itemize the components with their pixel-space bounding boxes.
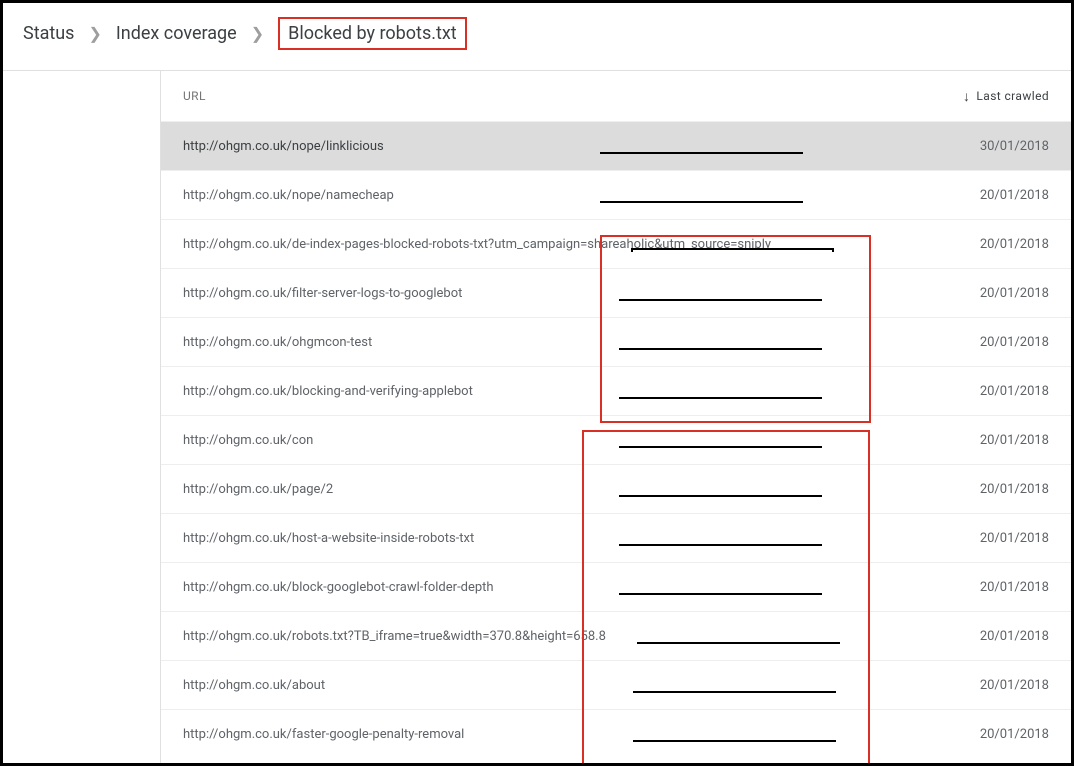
date-cell: 30/01/2018 (929, 139, 1049, 154)
url-cell: http://ohgm.co.uk/de-index-pages-blocked… (183, 237, 929, 252)
date-cell: 20/01/2018 (929, 482, 1049, 497)
table-row[interactable]: http://ohgm.co.uk/conLast crawled: 20 Ja… (161, 415, 1071, 464)
url-cell: http://ohgm.co.uk/ohgmcon-testLast crawl… (183, 335, 929, 350)
table-row[interactable]: http://ohgm.co.uk/de-index-pages-blocked… (161, 219, 1071, 268)
last-crawled-tooltip: Last crawled: 20 Jan 2018, 02:34:08 (633, 740, 836, 742)
url-cell: http://ohgm.co.uk/filter-server-logs-to-… (183, 286, 929, 301)
table-row[interactable]: http://ohgm.co.uk/blocking-and-verifying… (161, 366, 1071, 415)
url-cell: http://ohgm.co.uk/nope/namecheapLast cra… (183, 188, 929, 203)
table-row[interactable]: http://ohgm.co.uk/host-a-website-inside-… (161, 513, 1071, 562)
table-row[interactable]: http://ohgm.co.uk/nope/namecheapLast cra… (161, 170, 1071, 219)
last-crawled-tooltip: Last crawled: 20 Jan 2018, 02:34:22 (619, 348, 822, 350)
last-crawled-tooltip: Last crawled: 30 Jan 2018, 15:21:54 (600, 152, 803, 154)
table-row[interactable]: http://ohgm.co.uk/robots.txt?TB_iframe=t… (161, 611, 1071, 660)
date-cell: 20/01/2018 (929, 727, 1049, 742)
table-header: URL ↓ Last crawled (161, 71, 1071, 121)
last-crawled-tooltip: Last crawled: 20 Jan 2018, 02:34:08 (619, 495, 822, 497)
table-row[interactable]: http://ohgm.co.uk/ohgmcon-testLast crawl… (161, 317, 1071, 366)
column-header-last-crawled[interactable]: ↓ Last crawled (929, 88, 1049, 105)
table-row[interactable]: http://ohgm.co.uk/filter-server-logs-to-… (161, 268, 1071, 317)
breadcrumb-current: Blocked by robots.txt (278, 17, 467, 50)
chevron-right-icon: ❯ (251, 26, 264, 42)
date-cell: 20/01/2018 (929, 335, 1049, 350)
table-row[interactable]: http://ohgm.co.uk/block-googlebot-crawl-… (161, 562, 1071, 611)
last-crawled-tooltip: Last crawled: 20 Jan 2018, 02:34:08 (619, 593, 822, 595)
last-crawled-tooltip: Last crawled: 20 Jan 2018, 02:34:08 (637, 642, 840, 644)
last-crawled-tooltip: Last crawled: 20 Jan 2018, 02:34:22 (631, 248, 834, 252)
content-area: URL ↓ Last crawled http://ohgm.co.uk/nop… (3, 71, 1071, 766)
url-cell: http://ohgm.co.uk/blocking-and-verifying… (183, 384, 929, 399)
breadcrumb-index-coverage[interactable]: Index coverage (116, 23, 237, 44)
table-row[interactable]: http://ohgm.co.uk/page/2Last crawled: 20… (161, 464, 1071, 513)
date-cell: 20/01/2018 (929, 531, 1049, 546)
url-cell: http://ohgm.co.uk/conLast crawled: 20 Ja… (183, 433, 929, 448)
date-cell: 20/01/2018 (929, 580, 1049, 595)
last-crawled-tooltip: Last crawled: 20 Jan 2018, 02:34:08 (619, 544, 822, 546)
last-crawled-tooltip: Last crawled: 20 Jan 2018, 02:34:22 (619, 299, 822, 301)
app-frame: Status ❯ Index coverage ❯ Blocked by rob… (0, 0, 1074, 766)
column-header-last-crawled-label: Last crawled (976, 89, 1049, 103)
main-panel: URL ↓ Last crawled http://ohgm.co.uk/nop… (161, 71, 1071, 766)
left-gutter (3, 71, 161, 766)
url-cell: http://ohgm.co.uk/host-a-website-inside-… (183, 531, 929, 546)
date-cell: 20/01/2018 (929, 433, 1049, 448)
date-cell: 20/01/2018 (929, 629, 1049, 644)
column-header-url[interactable]: URL (183, 89, 929, 103)
date-cell: 20/01/2018 (929, 678, 1049, 693)
url-cell: http://ohgm.co.uk/block-googlebot-crawl-… (183, 580, 929, 595)
arrow-down-icon: ↓ (963, 88, 970, 105)
last-crawled-tooltip: Last crawled: 20 Jan 2018, 02:34:08 (633, 691, 836, 693)
last-crawled-tooltip: Last crawled: 20 Jan 2018, 02:34:22 (619, 397, 822, 399)
table-body: http://ohgm.co.uk/nope/linkliciousLast c… (161, 121, 1071, 758)
url-cell: http://ohgm.co.uk/aboutLast crawled: 20 … (183, 678, 929, 693)
date-cell: 20/01/2018 (929, 237, 1049, 252)
breadcrumb: Status ❯ Index coverage ❯ Blocked by rob… (3, 3, 1071, 71)
date-cell: 20/01/2018 (929, 286, 1049, 301)
url-cell: http://ohgm.co.uk/page/2Last crawled: 20… (183, 482, 929, 497)
url-cell: http://ohgm.co.uk/robots.txt?TB_iframe=t… (183, 629, 929, 644)
table-row[interactable]: http://ohgm.co.uk/faster-google-penalty-… (161, 709, 1071, 758)
last-crawled-tooltip: Last crawled: 20 Jan 2018, 21:41:55 (600, 201, 803, 203)
url-cell: http://ohgm.co.uk/nope/linkliciousLast c… (183, 139, 929, 154)
table-row[interactable]: http://ohgm.co.uk/aboutLast crawled: 20 … (161, 660, 1071, 709)
table-row[interactable]: http://ohgm.co.uk/nope/linkliciousLast c… (161, 121, 1071, 170)
url-cell: http://ohgm.co.uk/faster-google-penalty-… (183, 727, 929, 742)
breadcrumb-status[interactable]: Status (23, 23, 74, 44)
last-crawled-tooltip: Last crawled: 20 Jan 2018, 02:34:08 (619, 446, 822, 448)
date-cell: 20/01/2018 (929, 384, 1049, 399)
chevron-right-icon: ❯ (88, 26, 101, 42)
date-cell: 20/01/2018 (929, 188, 1049, 203)
